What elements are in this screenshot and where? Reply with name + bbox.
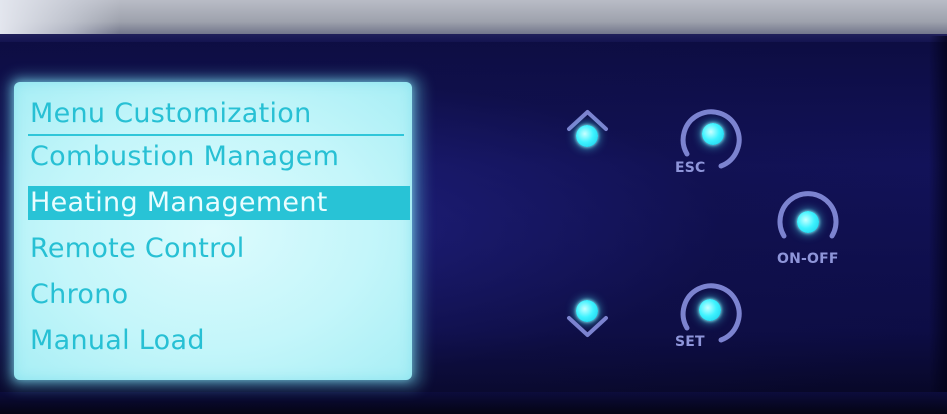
set-led [699, 299, 721, 321]
wall-highlight [0, 0, 120, 36]
menu-item-chrono[interactable]: Chrono [30, 278, 128, 312]
lcd-display: Menu Customization Combustion Managem He… [14, 82, 412, 380]
set-button[interactable]: SET [665, 272, 760, 362]
panel-right-edge [929, 36, 947, 396]
menu-item-heating-management[interactable]: Heating Management [28, 186, 410, 220]
on-off-label: ON-OFF [777, 251, 839, 267]
down-button[interactable] [555, 290, 620, 350]
esc-label: ESC [675, 160, 706, 176]
menu-title: Menu Customization [30, 98, 312, 129]
set-label: SET [675, 334, 705, 350]
on-off-button[interactable]: ON-OFF [760, 180, 860, 275]
menu-item-manual-load[interactable]: Manual Load [30, 324, 205, 358]
panel-bottom-edge [0, 392, 947, 414]
title-divider [28, 134, 404, 136]
menu-item-remote-control[interactable]: Remote Control [30, 232, 245, 266]
up-button[interactable] [555, 95, 620, 165]
esc-button[interactable]: ESC [665, 98, 760, 188]
on-off-led [797, 211, 819, 233]
wall-background [0, 0, 947, 36]
esc-led [702, 123, 724, 145]
panel-top-edge [0, 34, 947, 42]
menu-item-combustion-management[interactable]: Combustion Managem [30, 140, 339, 174]
chevron-down-icon [567, 316, 608, 337]
control-panel: Menu Customization Combustion Managem He… [0, 0, 947, 414]
up-led [576, 125, 598, 147]
